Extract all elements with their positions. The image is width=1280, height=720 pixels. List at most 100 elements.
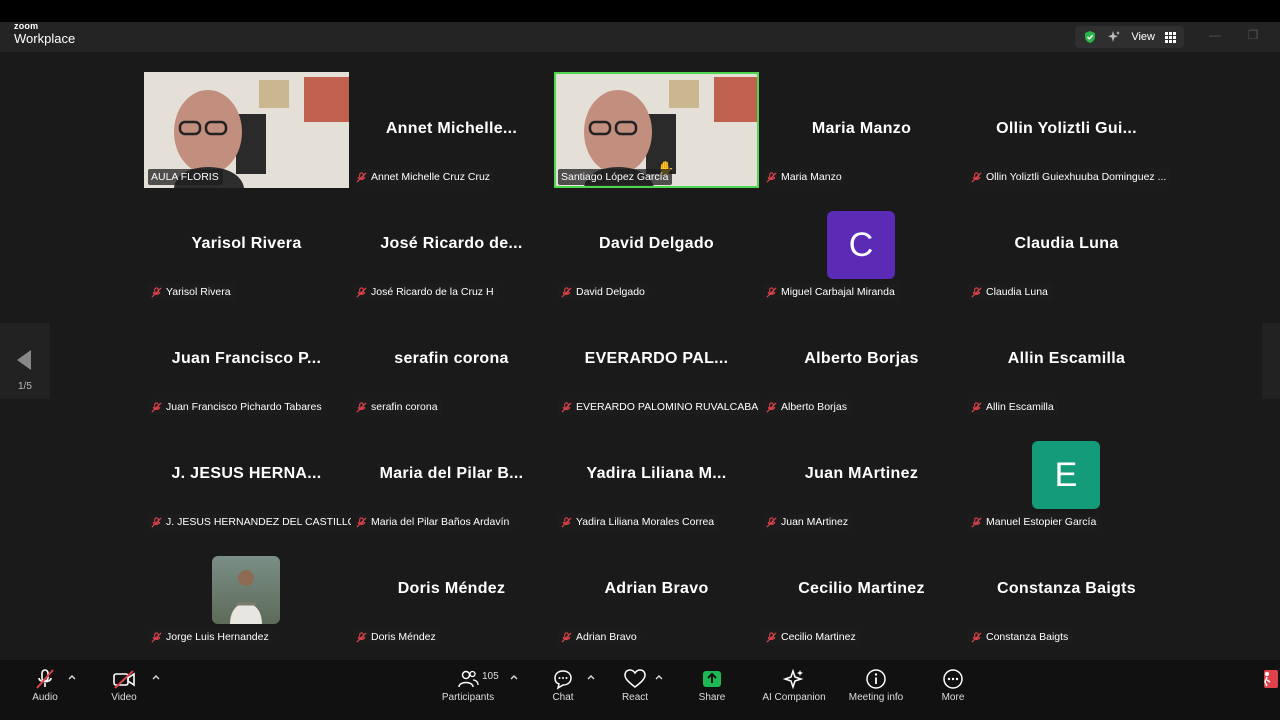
participant-tile[interactable]: David Delgado David Delgado — [554, 187, 759, 303]
participant-name-label: Ollin Yoliztli Guiexhuuba Dominguez ... — [986, 171, 1167, 183]
participant-display-name: Juan Francisco P... — [171, 350, 322, 367]
restore-window-icon[interactable]: ❐ — [1246, 28, 1260, 42]
participant-tile[interactable]: Maria Manzo Maria Manzo — [759, 72, 964, 188]
meeting-info-button[interactable]: Meeting info — [841, 668, 911, 704]
view-button[interactable]: View — [1131, 31, 1155, 43]
participant-name-label: serafin corona — [371, 401, 438, 413]
participant-tile[interactable]: J. JESUS HERNA... J. JESUS HERNANDEZ DEL … — [144, 417, 351, 533]
ai-spark-icon[interactable] — [1107, 30, 1121, 44]
participant-tile[interactable]: Doris Méndez Doris Méndez — [349, 532, 554, 648]
grid-view-icon[interactable] — [1165, 31, 1176, 43]
participant-tile[interactable]: Jorge Luis Hernandez — [144, 532, 349, 648]
participant-tile[interactable]: Yarisol Rivera Yarisol Rivera — [144, 187, 349, 303]
participant-name-tag: EVERARDO PALOMINO RUVALCABA — [558, 399, 761, 415]
participant-display-name: Juan MArtinez — [804, 465, 919, 482]
participant-name-tag: Adrian Bravo — [558, 629, 641, 645]
microphone-muted-icon — [766, 286, 777, 298]
participant-tile[interactable]: ✋ Santiago López García — [554, 72, 759, 188]
react-options-chevron-up-icon[interactable] — [654, 672, 664, 682]
participant-name-tag: Claudia Luna — [968, 284, 1052, 300]
share-button[interactable]: Share — [677, 668, 747, 704]
participant-tile[interactable]: E Manuel Estopier García — [964, 417, 1169, 533]
microphone-muted-icon — [766, 631, 777, 643]
react-heart-icon — [624, 669, 646, 688]
next-page-button[interactable] — [1262, 323, 1280, 399]
participant-name-tag: Alberto Borjas — [763, 399, 851, 415]
participant-tile[interactable]: Juan MArtinez Juan MArtinez — [759, 417, 964, 533]
ai-companion-button[interactable]: AI Companion — [759, 668, 829, 704]
more-button[interactable]: More — [918, 668, 988, 704]
participant-display-name: Annet Michelle... — [385, 120, 518, 137]
participant-display-name: Maria del Pilar B... — [379, 465, 524, 482]
participant-tile[interactable]: Juan Francisco P... Juan Francisco Pichar… — [144, 302, 349, 418]
info-icon — [866, 669, 886, 689]
microphone-muted-icon — [971, 286, 982, 298]
participant-tile[interactable]: AULA FLORIS — [144, 72, 349, 188]
participant-tile[interactable]: C Miguel Carbajal Miranda — [759, 187, 964, 303]
participant-tile[interactable]: EVERARDO PAL... EVERARDO PALOMINO RUVALCA… — [554, 302, 761, 418]
share-screen-icon — [703, 671, 721, 687]
participant-tile[interactable]: Annet Michelle... Annet Michelle Cruz Cru… — [349, 72, 554, 188]
participant-name-label: Maria Manzo — [781, 171, 842, 183]
participant-tile[interactable]: Ollin Yoliztli Gui... Ollin Yoliztli Guie… — [964, 72, 1171, 188]
gallery-view: AULA FLORIS Annet Michelle... Annet Michel… — [0, 52, 1280, 660]
participant-tile[interactable]: Cecilio Martinez Cecilio Martinez — [759, 532, 964, 648]
video-options-chevron-up-icon[interactable] — [151, 672, 161, 682]
video-label: Video — [111, 692, 137, 703]
more-label: More — [941, 692, 965, 703]
minimize-window-icon[interactable]: — — [1208, 28, 1222, 42]
participant-name-label: Yadira Liliana Morales Correa — [576, 516, 715, 528]
participant-name-label: Claudia Luna — [986, 286, 1048, 298]
participant-display-name: David Delgado — [598, 235, 715, 252]
participant-tile[interactable]: Yadira Liliana M... Yadira Liliana Morale… — [554, 417, 759, 533]
participant-display-name: José Ricardo de... — [380, 235, 523, 252]
participant-tile[interactable]: Allin Escamilla Allin Escamilla — [964, 302, 1169, 418]
chevron-left-icon — [17, 350, 31, 370]
participant-display-name: Claudia Luna — [1014, 235, 1119, 252]
encryption-shield-icon[interactable] — [1083, 30, 1097, 44]
participant-name-tag: Cecilio Martinez — [763, 629, 860, 645]
participant-tile[interactable]: Alberto Borjas Alberto Borjas — [759, 302, 964, 418]
leave-meeting-icon[interactable] — [1258, 668, 1278, 690]
microphone-muted-icon — [356, 631, 367, 643]
participant-name-tag: Maria del Pilar Baños Ardavín — [353, 514, 514, 530]
microphone-muted-icon — [151, 401, 162, 413]
participant-display-name: Allin Escamilla — [1007, 350, 1126, 367]
participant-name-tag: Yadira Liliana Morales Correa — [558, 514, 719, 530]
microphone-muted-icon — [766, 171, 777, 183]
participant-tile[interactable]: Adrian Bravo Adrian Bravo — [554, 532, 759, 648]
participant-name-tag: Jorge Luis Hernandez — [148, 629, 273, 645]
chat-options-chevron-up-icon[interactable] — [586, 672, 596, 682]
microphone-muted-icon — [971, 171, 982, 183]
participant-tile[interactable]: Maria del Pilar B... Maria del Pilar Baño… — [349, 417, 554, 533]
participants-options-chevron-up-icon[interactable] — [509, 672, 519, 682]
participant-name-label: Constanza Baigts — [986, 631, 1069, 643]
audio-options-chevron-up-icon[interactable] — [67, 672, 77, 682]
participant-tile[interactable]: Constanza Baigts Constanza Baigts — [964, 532, 1169, 648]
participant-display-name: Yarisol Rivera — [191, 235, 302, 252]
participant-tile[interactable]: Claudia Luna Claudia Luna — [964, 187, 1169, 303]
participant-tile[interactable]: serafin corona serafin corona — [349, 302, 554, 418]
participant-name-label: José Ricardo de la Cruz H — [371, 286, 494, 298]
participant-name-label: Juan Francisco Pichardo Tabares — [166, 401, 322, 413]
microphone-muted-icon — [356, 286, 367, 298]
person-photo-icon — [230, 570, 262, 624]
participant-name-tag: Juan MArtinez — [763, 514, 853, 530]
participant-display-name: Alberto Borjas — [804, 350, 919, 367]
participant-tile[interactable]: José Ricardo de... José Ricardo de la Cru… — [349, 187, 554, 303]
more-options-icon — [943, 669, 963, 689]
participant-name-tag: Doris Méndez — [353, 629, 440, 645]
participant-name-label: Jorge Luis Hernandez — [166, 631, 269, 643]
participant-display-name: Constanza Baigts — [996, 580, 1137, 597]
chat-label: Chat — [552, 692, 574, 703]
microphone-muted-icon — [766, 401, 777, 413]
previous-page-button[interactable]: 1/5 — [0, 323, 50, 399]
participant-name-label: Adrian Bravo — [576, 631, 637, 643]
participant-name-label: Santiago López García — [561, 171, 669, 183]
participant-name-label: EVERARDO PALOMINO RUVALCABA — [576, 401, 759, 413]
video-button[interactable]: Video — [89, 668, 159, 704]
meeting-toolbar: Audio Video Participants 105 Chat React … — [0, 660, 1280, 720]
title-bar: zoom Workplace View — ❐ — [0, 22, 1280, 52]
participant-name-label: Cecilio Martinez — [781, 631, 856, 643]
participant-name-label: Annet Michelle Cruz Cruz — [371, 171, 491, 183]
